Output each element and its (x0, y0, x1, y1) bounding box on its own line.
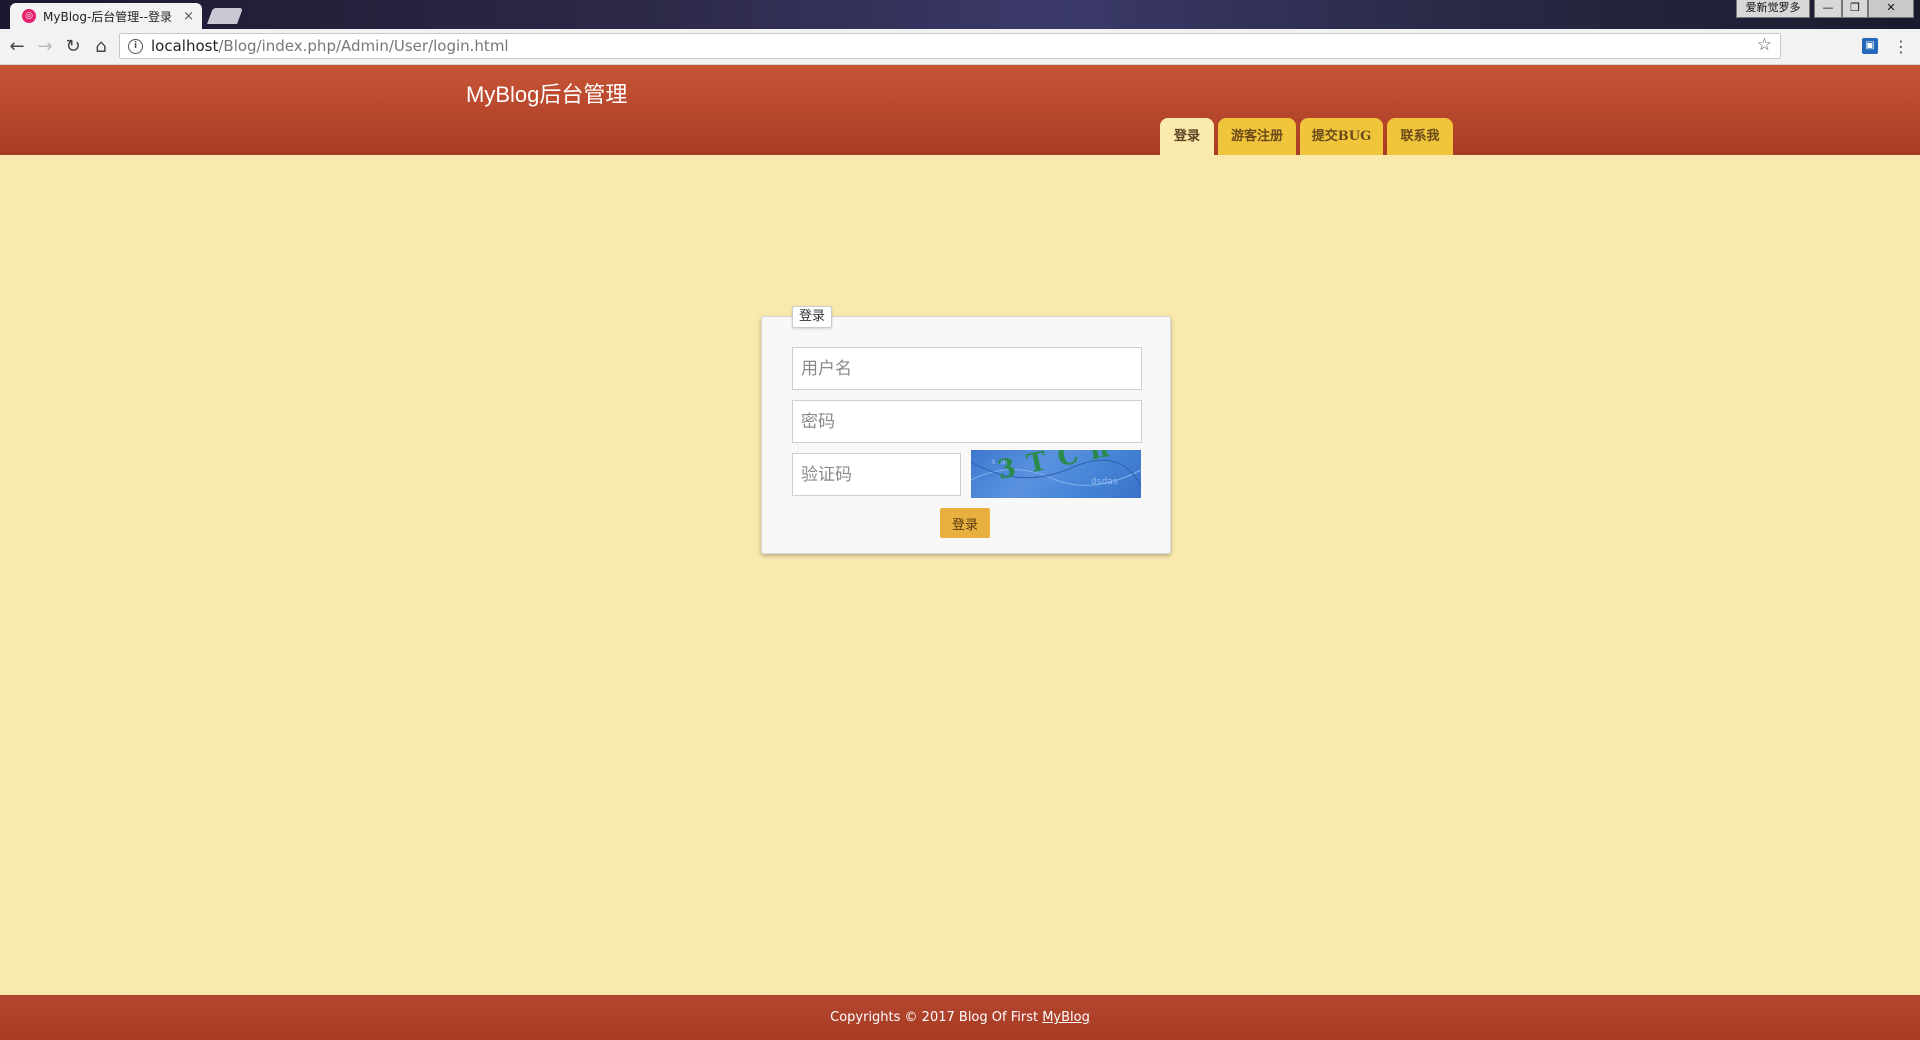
nav-item-login[interactable]: 登录 (1160, 118, 1214, 155)
url-path: /Blog/index.php/Admin/User/login.html (218, 37, 509, 55)
nav-item-register[interactable]: 游客注册 (1218, 118, 1296, 155)
browser-tab-strip: ◎ MyBlog-后台管理--登录 × 爱新觉罗多 — ❐ ✕ (0, 0, 1920, 29)
login-legend: 登录 (792, 306, 833, 328)
login-submit-button[interactable]: 登录 (940, 508, 990, 538)
back-arrow-icon[interactable]: ← (5, 35, 29, 59)
nav-item-submit-bug[interactable]: 提交BUG (1300, 118, 1383, 155)
svg-text:dsdas: dsdas (1091, 477, 1118, 487)
login-panel: 登录 dsdas s ad 3TCn 登录 (761, 306, 1171, 554)
footer-copyright: Copyrights © 2017 Blog Of First (830, 1010, 1043, 1025)
site-footer: Copyrights © 2017 Blog Of First MyBlog (0, 995, 1920, 1040)
reload-icon[interactable]: ↻ (61, 35, 85, 59)
extension-icon[interactable]: ▣ (1862, 38, 1878, 54)
forward-arrow-icon[interactable]: → (33, 35, 57, 59)
browser-tab[interactable]: ◎ MyBlog-后台管理--登录 × (10, 3, 202, 29)
minimize-button[interactable]: — (1814, 0, 1842, 18)
tab-close-icon[interactable]: × (183, 9, 194, 24)
username-input[interactable] (792, 347, 1142, 390)
password-input[interactable] (792, 400, 1142, 443)
site-title: MyBlog后台管理 (466, 82, 628, 107)
url-host: localhost (151, 37, 219, 55)
close-window-button[interactable]: ✕ (1868, 0, 1914, 18)
info-icon[interactable]: i (128, 38, 143, 54)
site-favicon-icon: ◎ (22, 9, 36, 23)
captcha-input[interactable] (792, 453, 961, 496)
home-icon[interactable]: ⌂ (89, 35, 113, 59)
window-user-badge[interactable]: 爱新觉罗多 (1736, 0, 1810, 18)
footer-myblog-link[interactable]: MyBlog (1042, 1010, 1090, 1025)
address-bar[interactable]: i localhost/Blog/index.php/Admin/User/lo… (119, 33, 1781, 59)
browser-toolbar: ← → ↻ ⌂ i localhost/Blog/index.php/Admin… (0, 29, 1920, 65)
captcha-image[interactable]: dsdas s ad 3TCn (971, 450, 1141, 498)
main-nav: 登录 游客注册 提交BUG 联系我 (1160, 118, 1457, 155)
maximize-button[interactable]: ❐ (1842, 0, 1868, 18)
browser-menu-icon[interactable]: ⋮ (1893, 35, 1909, 59)
address-url: localhost/Blog/index.php/Admin/User/logi… (151, 37, 509, 55)
tab-title: MyBlog-后台管理--登录 (43, 9, 172, 24)
site-header: MyBlog后台管理 登录 游客注册 提交BUG 联系我 (0, 65, 1920, 155)
new-tab-button[interactable] (207, 8, 243, 24)
bookmark-star-icon[interactable]: ☆ (1757, 35, 1772, 55)
nav-item-contact[interactable]: 联系我 (1387, 118, 1453, 155)
